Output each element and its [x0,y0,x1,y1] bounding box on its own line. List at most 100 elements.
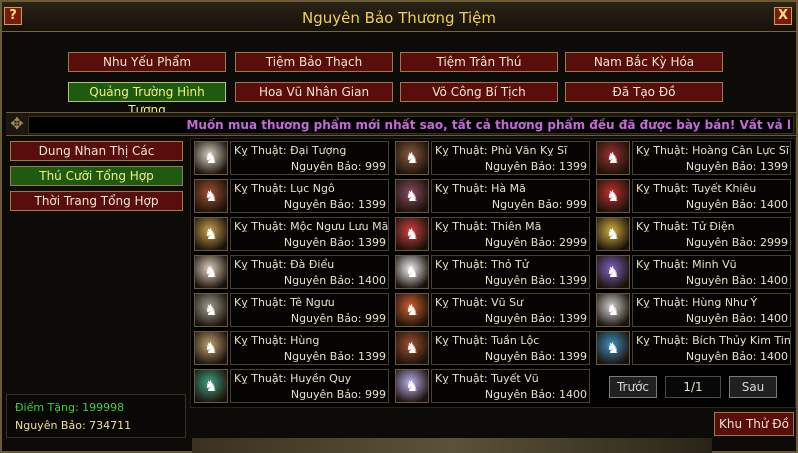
item-info-panel: Kỵ Thuật: Hùng Nguyên Bảo: 1399 [230,331,389,365]
item-price: Nguyên Bảo: 999 [290,388,386,401]
item-price: Nguyên Bảo: 1399 [484,312,587,325]
shop-item[interactable]: ♞ Kỵ Thuật: Phù Văn Kỵ Sĩ Nguyên Bảo: 1399 [395,141,590,175]
category-tab[interactable]: Nhu Yếu Phẩm [68,52,226,72]
yellow-turban-icon[interactable]: ♞ [596,141,630,175]
item-info-panel: Kỵ Thuật: Huyền Quy Nguyên Bảo: 999 [230,369,389,403]
item-name: Kỵ Thuật: Đà Điểu [234,258,335,271]
close-button[interactable]: X [774,7,792,25]
shop-item[interactable]: ♞ Kỵ Thuật: Mộc Ngưu Lưu Mã Nguyên Bảo: 13… [194,217,389,251]
category-tab[interactable]: Tiệm Bảo Thạch [235,52,393,72]
page-indicator: 1/1 [665,376,721,398]
ostrich-icon[interactable]: ♞ [194,255,228,289]
shop-item[interactable]: ♞ Kỵ Thuật: Tê Ngưu Nguyên Bảo: 999 [194,293,389,327]
category-tab[interactable]: Tiệm Trân Thú [400,52,558,72]
pegasus-icon[interactable]: ♞ [395,217,429,251]
item-name: Kỵ Thuật: Tê Ngưu [234,296,335,309]
item-info-panel: Kỵ Thuật: Bích Thủy Kim Tinh Nguyên Bảo: … [632,331,791,365]
item-name: Kỵ Thuật: Tuyết Vũ [435,372,539,385]
item-price: Nguyên Bảo: 999 [491,198,587,211]
yuanbao-balance: Nguyên Bảo: 734711 [15,419,132,432]
reindeer-icon[interactable]: ♞ [395,331,429,365]
subcategory-item[interactable]: Thời Trang Tổng Hợp [10,191,183,211]
category-tab[interactable]: Nam Bắc Kỳ Hóa [565,52,723,72]
ornament-left-icon: ✥ [10,114,24,133]
item-info-panel: Kỵ Thuật: Phù Văn Kỵ Sĩ Nguyên Bảo: 1399 [431,141,590,175]
shop-item[interactable]: ♞ Kỵ Thuật: Tuyết Khiêu Nguyên Bảo: 1400 [596,179,791,213]
item-name: Kỵ Thuật: Bích Thủy Kim Tinh [636,334,791,347]
category-tab[interactable]: Hoa Vũ Nhân Gian [235,82,393,102]
item-name: Kỵ Thuật: Tuyết Khiêu [636,182,757,195]
currency-info: Điểm Tặng: 199998 Nguyên Bảo: 734711 [6,394,186,438]
item-name: Kỵ Thuật: Vũ Sư [435,296,524,309]
subcategory-item[interactable]: Dung Nhan Thị Các [10,141,183,161]
wooden-ox-icon[interactable]: ♞ [194,217,228,251]
shop-item[interactable]: ♞ Kỵ Thuật: Thiên Mã Nguyên Bảo: 2999 [395,217,590,251]
rune-knight-icon[interactable]: ♞ [395,141,429,175]
shop-item[interactable]: ♞ Kỵ Thuật: Hoàng Cân Lực Sĩ Nguyên Bảo: 1… [596,141,791,175]
item-name: Kỵ Thuật: Huyền Quy [234,372,352,385]
next-page-button[interactable]: Sau [729,376,777,398]
elephant-icon[interactable]: ♞ [194,141,228,175]
title-bar[interactable]: ? Nguyên Bảo Thương Tiệm X [2,2,796,32]
shop-item[interactable]: ♞ Kỵ Thuật: Đại Tượng Nguyên Bảo: 999 [194,141,389,175]
item-price: Nguyên Bảo: 1400 [685,312,788,325]
window-title: Nguyên Bảo Thương Tiệm [302,9,496,27]
item-info-panel: Kỵ Thuật: Tử Điện Nguyên Bảo: 2999 [632,217,791,251]
shop-item[interactable]: ♞ Kỵ Thuật: Hùng Như Ý Nguyên Bảo: 1400 [596,293,791,327]
shop-item[interactable]: ♞ Kỵ Thuật: Bích Thủy Kim Tinh Nguyên Bảo:… [596,331,791,365]
rabbit-icon[interactable]: ♞ [395,255,429,289]
shop-item[interactable]: ♞ Kỵ Thuật: Đà Điểu Nguyên Bảo: 1400 [194,255,389,289]
purple-lightning-icon[interactable]: ♞ [596,217,630,251]
hippo-icon[interactable]: ♞ [395,179,429,213]
item-info-panel: Kỵ Thuật: Đại Tượng Nguyên Bảo: 999 [230,141,389,175]
item-price: Nguyên Bảo: 999 [290,160,386,173]
item-info-panel: Kỵ Thuật: Tuyết Vũ Nguyên Bảo: 1400 [431,369,590,403]
prev-page-button[interactable]: Trước [609,376,657,398]
item-info-panel: Kỵ Thuật: Hùng Như Ý Nguyên Bảo: 1400 [632,293,791,327]
item-info-panel: Kỵ Thuật: Hà Mã Nguyên Bảo: 999 [431,179,590,213]
item-name: Kỵ Thuật: Minh Vũ [636,258,737,271]
item-info-panel: Kỵ Thuật: Thỏ Tử Nguyên Bảo: 1399 [431,255,590,289]
bear-icon[interactable]: ♞ [596,293,630,327]
shop-item[interactable]: ♞ Kỵ Thuật: Vũ Sư Nguyên Bảo: 1399 [395,293,590,327]
shop-item[interactable]: ♞ Kỵ Thuật: Tuyết Vũ Nguyên Bảo: 1400 [395,369,590,403]
item-name: Kỵ Thuật: Hà Mã [435,182,526,195]
item-price: Nguyên Bảo: 2999 [685,236,788,249]
shop-item[interactable]: ♞ Kỵ Thuật: Lục Ngô Nguyên Bảo: 1399 [194,179,389,213]
warbear-icon[interactable]: ♞ [194,331,228,365]
shop-item[interactable]: ♞ Kỵ Thuật: Thỏ Tử Nguyên Bảo: 1399 [395,255,590,289]
shop-item[interactable]: ♞ Kỵ Thuật: Tử Điện Nguyên Bảo: 2999 [596,217,791,251]
item-info-panel: Kỵ Thuật: Thiên Mã Nguyên Bảo: 2999 [431,217,590,251]
background-strip [192,438,712,453]
shop-item[interactable]: ♞ Kỵ Thuật: Minh Vũ Nguyên Bảo: 1400 [596,255,791,289]
item-name: Kỵ Thuật: Hùng [234,334,320,347]
subcategory-item[interactable]: Thú Cưỡi Tổng Hợp [10,166,183,186]
luwu-beast-icon[interactable]: ♞ [194,179,228,213]
shop-item[interactable]: ♞ Kỵ Thuật: Hùng Nguyên Bảo: 1399 [194,331,389,365]
item-price: Nguyên Bảo: 1399 [484,274,587,287]
category-tab[interactable]: Võ Công Bí Tịch [400,82,558,102]
item-price: Nguyên Bảo: 1400 [685,198,788,211]
water-beast-icon[interactable]: ♞ [596,331,630,365]
lion-dance-icon[interactable]: ♞ [395,293,429,327]
category-tab[interactable]: Quảng Trường Hình Tượng [68,82,226,117]
item-info-panel: Kỵ Thuật: Tê Ngưu Nguyên Bảo: 999 [230,293,389,327]
category-tab[interactable]: Đã Tạo Đồ [565,82,723,102]
dark-wing-icon[interactable]: ♞ [596,255,630,289]
shop-item[interactable]: ♞ Kỵ Thuật: Huyền Quy Nguyên Bảo: 999 [194,369,389,403]
snow-wing-icon[interactable]: ♞ [395,369,429,403]
item-name: Kỵ Thuật: Tuần Lộc [435,334,540,347]
snow-leopard-icon[interactable]: ♞ [596,179,630,213]
item-price: Nguyên Bảo: 1400 [484,388,587,401]
item-price: Nguyên Bảo: 1399 [685,160,788,173]
shop-item[interactable]: ♞ Kỵ Thuật: Tuần Lộc Nguyên Bảo: 1399 [395,331,590,365]
fitting-room-button[interactable]: Khu Thử Đồ [714,412,794,436]
marquee-box: Muốn mua thương phẩm mới nhất sao, tất c… [28,116,794,134]
black-tortoise-icon[interactable]: ♞ [194,369,228,403]
rhino-icon[interactable]: ♞ [194,293,228,327]
item-info-panel: Kỵ Thuật: Hoàng Cân Lực Sĩ Nguyên Bảo: 13… [632,141,791,175]
item-name: Kỵ Thuật: Mộc Ngưu Lưu Mã [234,220,389,233]
shop-item[interactable]: ♞ Kỵ Thuật: Hà Mã Nguyên Bảo: 999 [395,179,590,213]
item-name: Kỵ Thuật: Phù Văn Kỵ Sĩ [435,144,568,157]
item-name: Kỵ Thuật: Thỏ Tử [435,258,529,271]
